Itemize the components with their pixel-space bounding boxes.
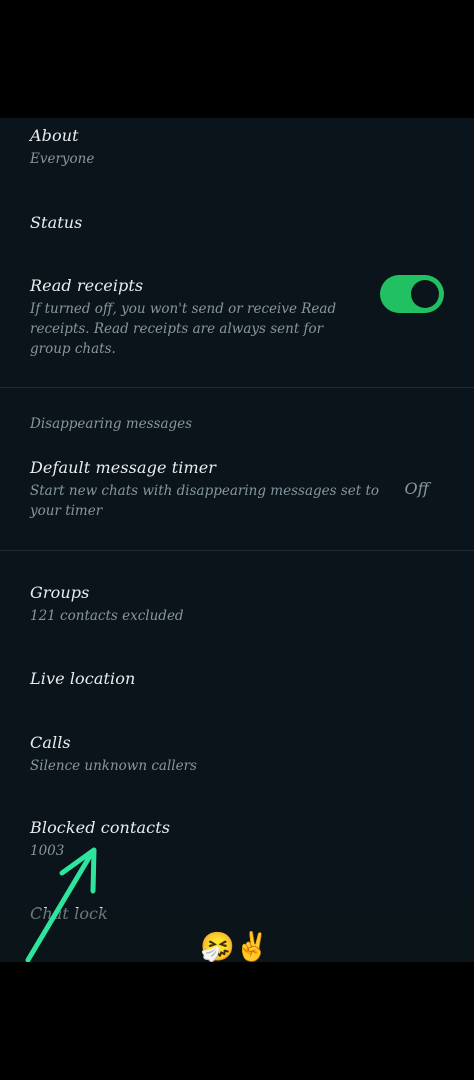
annotation-arrow-icon	[25, 847, 97, 962]
privacy-settings-screen: About Everyone Status Read receipts If t…	[0, 118, 474, 962]
